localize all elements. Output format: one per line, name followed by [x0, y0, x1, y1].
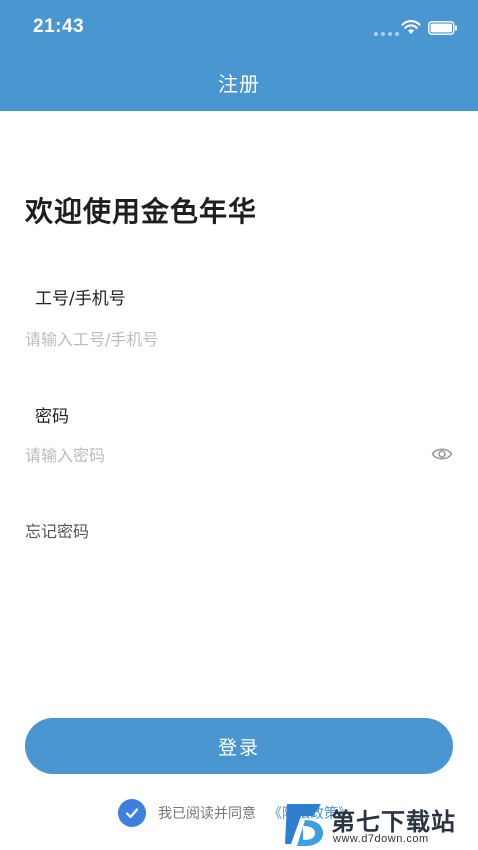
account-input[interactable]: [25, 322, 425, 356]
watermark-url: www.d7down.com: [333, 833, 429, 845]
account-label: 工号/手机号: [35, 289, 126, 309]
agreement-text: 我已阅读并同意: [158, 806, 256, 822]
watermark: 第七下载站 www.d7down.com: [283, 798, 473, 850]
welcome-heading: 欢迎使用金色年华: [25, 195, 258, 228]
battery-icon: [428, 21, 457, 35]
site-logo-icon: [285, 804, 323, 846]
agreement-checkbox[interactable]: [118, 799, 146, 827]
check-icon: [125, 808, 139, 819]
eye-icon[interactable]: [431, 445, 453, 463]
page-title: 注册: [218, 72, 260, 96]
watermark-text: 第七下载站: [331, 808, 456, 836]
password-input[interactable]: [25, 438, 425, 472]
status-time: 21:43: [33, 16, 85, 37]
login-button[interactable]: 登录: [25, 718, 453, 774]
forgot-password-link[interactable]: 忘记密码: [25, 518, 89, 542]
header-bar: 21:43 注册: [0, 0, 478, 111]
signal-icon: [374, 32, 399, 36]
password-label: 密码: [35, 407, 69, 427]
wifi-icon: [401, 20, 421, 34]
